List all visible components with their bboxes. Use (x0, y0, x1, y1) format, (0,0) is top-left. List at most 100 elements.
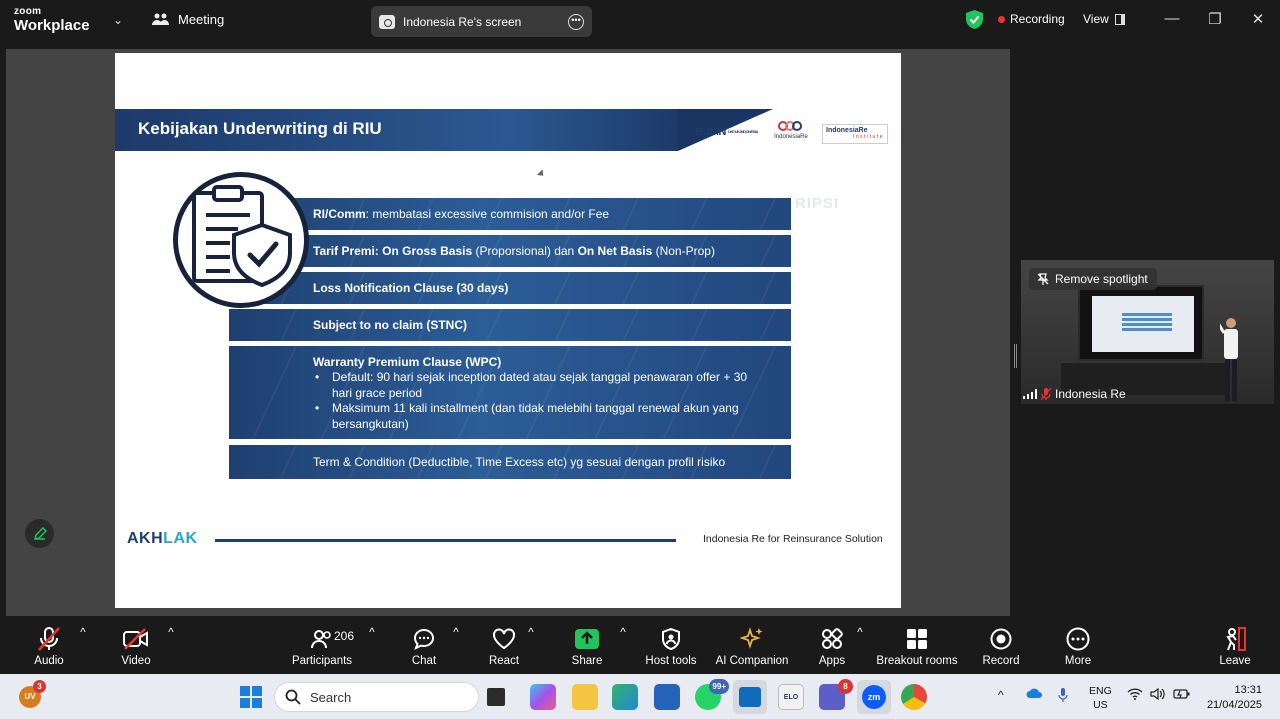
row-5-bullets: Default: 90 hari sejak inception dated a… (313, 370, 753, 432)
zoom-icon: zm (862, 685, 886, 709)
row-5-bullet: Maksimum 11 kali installment (dan tidak … (313, 401, 753, 432)
participants-count: 206 (334, 629, 355, 643)
participants-options-caret[interactable]: ^ (367, 627, 377, 639)
security-shield-icon[interactable] (966, 10, 983, 29)
row-2-bold: Tarif Premi: On Gross Basis (313, 244, 473, 258)
show-hidden-icons-chevron-up-icon[interactable]: ^ (998, 688, 1004, 702)
share-button[interactable]: Share (547, 627, 627, 667)
rings-icon (770, 121, 812, 133)
row-1-text: : membatasi excessive commision and/or F… (365, 207, 610, 221)
video-options-caret[interactable]: ^ (166, 627, 176, 639)
mic-muted-icon (38, 627, 60, 651)
task-view-icon[interactable] (487, 688, 505, 706)
audio-label: Audio (34, 655, 64, 667)
onedrive-icon[interactable] (1026, 688, 1042, 702)
unpin-icon (1037, 273, 1049, 285)
restore-icon[interactable]: ❐ (1206, 10, 1224, 28)
microphone-icon[interactable] (1058, 688, 1068, 705)
ai-companion-button[interactable]: AI Companion (704, 627, 800, 667)
system-clock[interactable]: 13:31 21/04/2025 (1204, 683, 1262, 713)
more-options-icon[interactable]: ••• (568, 13, 584, 30)
zoom-taskbar-item[interactable]: zm (857, 680, 891, 714)
bumn-text: BUMN (695, 126, 727, 138)
region-code: US (1093, 699, 1108, 711)
recording-dot-icon (998, 15, 1005, 23)
leave-button[interactable]: Leave (1205, 627, 1265, 667)
chat-options-caret[interactable]: ^ (451, 627, 461, 639)
battery-icon[interactable] (1173, 688, 1191, 703)
close-icon[interactable]: ✕ (1249, 10, 1267, 28)
apps-label: Apps (818, 655, 846, 667)
apps-options-caret[interactable]: ^ (855, 627, 865, 639)
sparkle-icon (740, 627, 763, 649)
more-label: More (1064, 655, 1092, 667)
recording-indicator[interactable]: Recording (998, 12, 1065, 26)
chrome-icon[interactable] (901, 684, 927, 710)
react-options-caret[interactable]: ^ (526, 627, 536, 639)
video-button[interactable]: Video (96, 627, 176, 667)
weather-widget[interactable]: UV 3 (19, 680, 46, 708)
meeting-menu[interactable]: Meeting (152, 12, 224, 27)
outlook-taskbar-item[interactable] (733, 680, 767, 714)
minimize-icon[interactable]: — (1163, 10, 1181, 27)
footer-divider (215, 539, 676, 542)
row-4-bold: Subject to no claim (STNC) (313, 318, 468, 332)
zoom-workplace-logo[interactable]: zoom Workplace (14, 7, 90, 34)
windows-start-icon[interactable] (240, 686, 262, 708)
policy-row-2: Tarif Premi: On Gross Basis (Proporsiona… (229, 235, 791, 267)
view-layout-icon (1114, 13, 1125, 25)
shared-screen-pill[interactable]: Indonesia Re's screen ••• (371, 6, 592, 37)
policy-row-3: Loss Notification Clause (30 days) (229, 272, 791, 304)
meeting-controls: Audio ^ Video ^ 206 Participants ^ Chat … (0, 619, 1280, 674)
video-name-bar: Indonesia Re (1023, 386, 1126, 402)
share-label: Share (571, 655, 603, 667)
more-icon (1066, 627, 1090, 651)
screen-share-icon (379, 14, 395, 29)
store-icon[interactable] (654, 684, 680, 710)
recording-label: Recording (1010, 12, 1065, 26)
copilot-icon[interactable] (530, 684, 556, 710)
signal-bars-icon (1023, 389, 1037, 399)
video-tile-indonesia-re[interactable]: Remove spotlight Indonesia Re (1021, 260, 1274, 404)
grid-icon (907, 629, 927, 649)
policy-row-4: Subject to no claim (STNC) (229, 309, 791, 341)
taskbar-search[interactable]: Search (274, 682, 479, 712)
elo-app-icon[interactable]: ELO (778, 684, 804, 710)
view-menu[interactable]: View (1083, 12, 1125, 26)
wifi-icon[interactable] (1127, 688, 1143, 703)
language-code: ENG (1089, 685, 1112, 697)
panel-resize-handle[interactable] (1014, 344, 1017, 368)
record-button[interactable]: Record (961, 627, 1041, 667)
language-indicator[interactable]: ENG US (1089, 684, 1112, 712)
indonesia-re-institute-logo: IndonesiaRe Institute (822, 124, 888, 144)
record-label: Record (982, 655, 1020, 667)
weather-abbr: UV (24, 692, 36, 701)
chevron-down-icon[interactable]: ⌄ (113, 13, 123, 27)
row-6-text: Term & Condition (Deductible, Time Exces… (313, 455, 726, 469)
room-tv (1078, 285, 1204, 361)
row-3-bold: Loss Notification Clause (30 days) (313, 281, 509, 295)
host-tools-button[interactable]: Host tools (631, 627, 711, 667)
elo-icon-glyph: ELO (783, 693, 799, 701)
more-button[interactable]: More (1038, 627, 1118, 667)
video-off-icon (123, 628, 148, 650)
volume-icon[interactable] (1150, 687, 1166, 703)
file-explorer-icon[interactable] (572, 684, 598, 710)
edge-icon[interactable] (612, 684, 638, 710)
annotate-pencil-icon[interactable] (25, 519, 54, 548)
top-bar: zoom Workplace ⌄ Meeting Indonesia Re's … (0, 0, 1280, 42)
policy-row-6: Term & Condition (Deductible, Time Exces… (229, 445, 791, 479)
remove-spotlight-button[interactable]: Remove spotlight (1029, 268, 1157, 290)
row-2-text: (Proporsional) dan (472, 244, 578, 258)
audio-button[interactable]: Audio (9, 627, 89, 667)
presentation-slide: Kebijakan Underwriting di RIU BUMN UNTUK … (115, 53, 901, 608)
share-options-caret[interactable]: ^ (618, 627, 628, 639)
akhlak-logo: AKHLAK (127, 530, 198, 547)
whatsapp-icon[interactable]: 99+ (695, 679, 729, 710)
participants-button[interactable]: 206 Participants (282, 627, 362, 667)
video-label: Video (121, 655, 151, 667)
teams-icon[interactable]: 8 (819, 679, 853, 710)
ai-companion-label: AI Companion (715, 655, 789, 667)
breakout-rooms-button[interactable]: Breakout rooms (869, 627, 965, 667)
audio-options-caret[interactable]: ^ (78, 627, 88, 639)
